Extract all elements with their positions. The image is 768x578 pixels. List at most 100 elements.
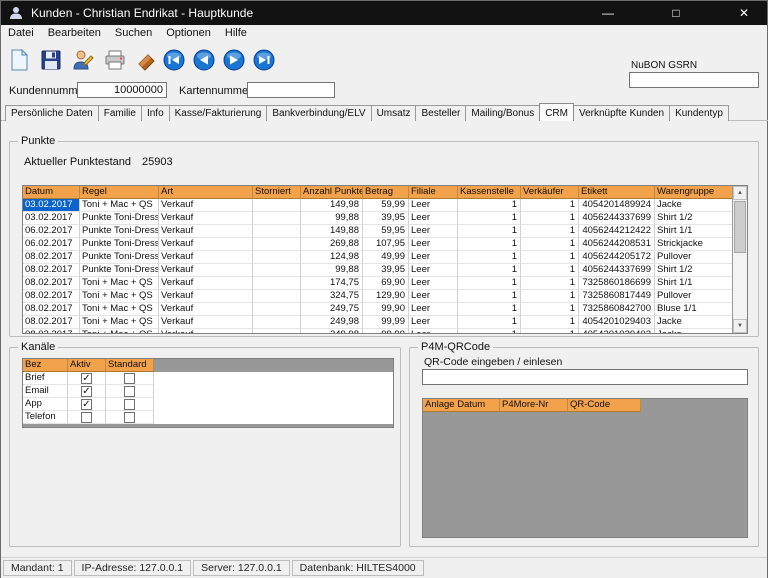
cell[interactable]: Verkauf (159, 290, 253, 303)
cell[interactable]: Leer (409, 290, 458, 303)
save-icon[interactable] (37, 46, 65, 74)
table-row[interactable]: 08.02.2017Punkte Toni-DressVerkauf124,98… (23, 251, 747, 264)
scrollbar-thumb[interactable] (734, 201, 746, 253)
cell[interactable]: 49,99 (363, 251, 409, 264)
cell[interactable] (253, 225, 301, 238)
cell[interactable]: Verkauf (159, 251, 253, 264)
cell[interactable]: Verkauf (159, 238, 253, 251)
cell[interactable]: 7325860842700 (579, 303, 655, 316)
column-header-bez[interactable]: Bez (23, 359, 68, 372)
cell[interactable]: 107,95 (363, 238, 409, 251)
cell[interactable]: Toni + Mac + QS (80, 199, 159, 212)
cell[interactable]: 149,98 (301, 199, 363, 212)
column-header-kassenstelle[interactable]: Kassenstelle (458, 186, 521, 199)
nav-previous-icon[interactable] (193, 49, 215, 71)
column-header-datum[interactable]: Datum (23, 186, 80, 199)
aktiv-checkbox[interactable]: ✓ (81, 399, 92, 410)
cell[interactable]: 1 (521, 238, 579, 251)
cell[interactable]: 7325860186699 (579, 277, 655, 290)
cell-bez[interactable]: Telefon (23, 411, 68, 424)
cell[interactable]: Leer (409, 199, 458, 212)
menu-item-bearbeiten[interactable]: Bearbeiten (41, 25, 108, 44)
cell[interactable]: 69,90 (363, 277, 409, 290)
cell[interactable]: 1 (458, 329, 521, 334)
cell[interactable]: 1 (458, 303, 521, 316)
cell[interactable]: Shirt 1/1 (655, 225, 734, 238)
cell[interactable]: Leer (409, 329, 458, 334)
tab-kundentyp[interactable]: Kundentyp (669, 105, 729, 121)
cell[interactable]: 129,90 (363, 290, 409, 303)
tab-kasse-fakturierung[interactable]: Kasse/Fakturierung (169, 105, 268, 121)
column-header-anzahl-punkte[interactable]: Anzahl Punkte (301, 186, 363, 199)
cell[interactable]: 4056244337699 (579, 264, 655, 277)
column-header-qr-code[interactable]: QR-Code (568, 399, 641, 412)
cell[interactable] (253, 238, 301, 251)
table-row[interactable]: 03.02.2017Punkte Toni-DressVerkauf99,883… (23, 212, 747, 225)
cell[interactable]: 1 (521, 329, 579, 334)
cell[interactable]: 08.02.2017 (23, 329, 80, 334)
tab-bankverbindung-elv[interactable]: Bankverbindung/ELV (266, 105, 371, 121)
tab-umsatz[interactable]: Umsatz (371, 105, 417, 121)
cell[interactable]: Verkauf (159, 277, 253, 290)
cell[interactable]: 1 (458, 199, 521, 212)
cell[interactable]: 1 (521, 290, 579, 303)
nav-first-icon[interactable] (163, 49, 185, 71)
cell[interactable]: 03.02.2017 (23, 199, 80, 212)
cell[interactable]: 03.02.2017 (23, 212, 80, 225)
cell[interactable]: Leer (409, 264, 458, 277)
cell[interactable]: Verkauf (159, 316, 253, 329)
cell[interactable]: Toni + Mac + QS (80, 290, 159, 303)
cell[interactable]: Leer (409, 303, 458, 316)
cell[interactable]: Leer (409, 225, 458, 238)
cell[interactable]: 1 (521, 212, 579, 225)
cell[interactable]: 08.02.2017 (23, 290, 80, 303)
cell[interactable]: 1 (458, 264, 521, 277)
cell[interactable] (253, 251, 301, 264)
cell[interactable]: 249,98 (301, 329, 363, 334)
qr-code-input[interactable] (422, 369, 748, 385)
table-row[interactable]: 08.02.2017Toni + Mac + QSVerkauf324,7512… (23, 290, 747, 303)
cell[interactable] (253, 212, 301, 225)
cell[interactable]: Strickjacke (655, 238, 734, 251)
column-header-filiale[interactable]: Filiale (409, 186, 458, 199)
cell[interactable]: Leer (409, 251, 458, 264)
tab-mailing-bonus[interactable]: Mailing/Bonus (465, 105, 540, 121)
table-row[interactable]: App ✓ (23, 398, 393, 411)
cell[interactable]: 4054201029403 (579, 316, 655, 329)
column-header-etikett[interactable]: Etikett (579, 186, 655, 199)
cell[interactable]: Punkte Toni-Dress (80, 264, 159, 277)
cell[interactable]: 59,95 (363, 225, 409, 238)
tab-verknuepfte-kunden[interactable]: Verknüpfte Kunden (573, 105, 670, 121)
cell[interactable]: 4056244337699 (579, 212, 655, 225)
cell[interactable]: Jacke (655, 316, 734, 329)
cell[interactable]: 99,90 (363, 303, 409, 316)
cell[interactable]: 1 (458, 277, 521, 290)
standard-checkbox[interactable] (124, 412, 135, 423)
cell[interactable]: 269,88 (301, 238, 363, 251)
cell[interactable]: Punkte Toni-Dress (80, 238, 159, 251)
cell-bez[interactable]: Brief (23, 372, 68, 385)
aktiv-checkbox[interactable]: ✓ (81, 386, 92, 397)
cell[interactable]: 1 (521, 303, 579, 316)
cell[interactable]: 1 (458, 238, 521, 251)
table-row[interactable]: 06.02.2017Punkte Toni-DressVerkauf149,88… (23, 225, 747, 238)
cell[interactable]: Jacke (655, 199, 734, 212)
cell[interactable] (253, 199, 301, 212)
cell[interactable]: 4056244208531 (579, 238, 655, 251)
cell[interactable] (253, 329, 301, 334)
vertical-scrollbar[interactable]: ▲ ▼ (732, 186, 747, 333)
cell[interactable]: 7325860817449 (579, 290, 655, 303)
cell[interactable]: 08.02.2017 (23, 264, 80, 277)
kartennummer-input[interactable] (247, 82, 335, 98)
cell[interactable]: Shirt 1/2 (655, 264, 734, 277)
column-header-aktiv[interactable]: Aktiv (68, 359, 106, 372)
cell-bez[interactable]: App (23, 398, 68, 411)
cell[interactable]: 1 (521, 225, 579, 238)
aktiv-checkbox[interactable]: ✓ (81, 373, 92, 384)
new-document-icon[interactable] (5, 46, 33, 74)
cell[interactable]: 1 (521, 264, 579, 277)
cell[interactable]: 08.02.2017 (23, 277, 80, 290)
cell[interactable]: Jacke (655, 329, 734, 334)
standard-checkbox[interactable] (124, 373, 135, 384)
table-row[interactable]: Brief ✓ (23, 372, 393, 385)
